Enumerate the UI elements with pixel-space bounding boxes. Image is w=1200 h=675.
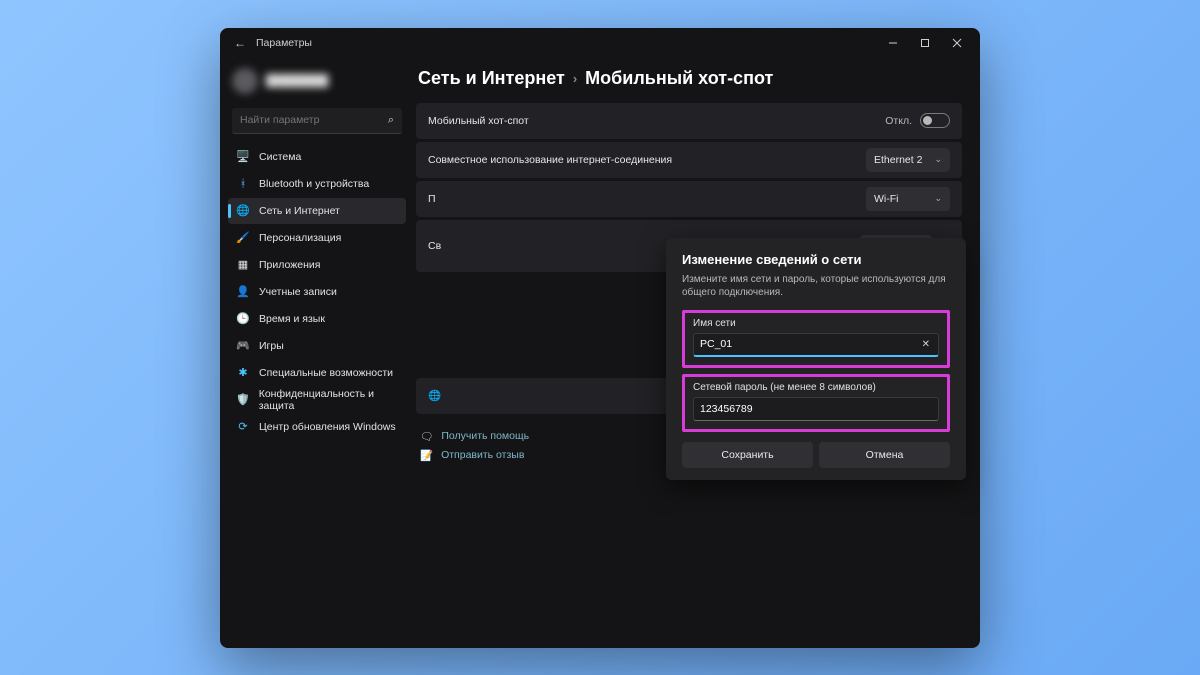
nav-label: Игры bbox=[259, 340, 284, 352]
nav-icon: 🌐 bbox=[236, 204, 250, 217]
network-name-input[interactable] bbox=[700, 338, 920, 350]
nav-icon: ▦ bbox=[236, 258, 250, 271]
share-via-label: П bbox=[428, 193, 436, 205]
sidebar-item-8[interactable]: ✱ Специальные возможности bbox=[228, 360, 406, 386]
hotspot-label: Мобильный хот-спот bbox=[428, 115, 529, 127]
sidebar-item-1[interactable]: ᚼ Bluetooth и устройства bbox=[228, 171, 406, 197]
sidebar-item-10[interactable]: ⟳ Центр обновления Windows bbox=[228, 414, 406, 440]
chevron-down-icon: ⌄ bbox=[934, 154, 942, 165]
search-icon: ⌕ bbox=[388, 114, 394, 127]
cancel-button[interactable]: Отмена bbox=[819, 442, 950, 468]
nav-icon: 🛡️ bbox=[236, 393, 250, 406]
sidebar-item-2[interactable]: 🌐 Сеть и Интернет bbox=[228, 198, 406, 224]
clear-icon[interactable]: ✕ bbox=[920, 339, 932, 350]
nav-label: Bluetooth и устройства bbox=[259, 178, 369, 190]
close-button[interactable] bbox=[942, 32, 972, 54]
sidebar-item-3[interactable]: 🖌️ Персонализация bbox=[228, 225, 406, 251]
chevron-down-icon: ⌄ bbox=[934, 193, 942, 204]
settings-window: ← Параметры ████████ ⌕ 🖥️ Система ᚼ Bluetoo… bbox=[220, 28, 980, 648]
chevron-right-icon: › bbox=[573, 71, 577, 86]
nav-icon: 🎮 bbox=[236, 339, 250, 352]
nav-label: Сеть и Интернет bbox=[259, 205, 340, 217]
network-name-group: Имя сети ✕ bbox=[682, 310, 950, 368]
titlebar: ← Параметры bbox=[220, 28, 980, 58]
globe-icon: 🌐 bbox=[428, 389, 441, 402]
minimize-button[interactable] bbox=[878, 32, 908, 54]
user-profile[interactable]: ████████ bbox=[228, 64, 406, 104]
sidebar-item-9[interactable]: 🛡️ Конфиденциальность и защита bbox=[228, 387, 406, 413]
breadcrumb: Сеть и Интернет › Мобильный хот-спот bbox=[416, 62, 962, 103]
sidebar-item-7[interactable]: 🎮 Игры bbox=[228, 333, 406, 359]
nav-label: Конфиденциальность и защита bbox=[259, 388, 398, 412]
nav-icon: ᚼ bbox=[236, 178, 250, 190]
nav-icon: 🖌️ bbox=[236, 231, 250, 244]
maximize-button[interactable] bbox=[910, 32, 940, 54]
sidebar-item-5[interactable]: 👤 Учетные записи bbox=[228, 279, 406, 305]
hotspot-toggle-card[interactable]: Мобильный хот-спот Откл. bbox=[416, 103, 962, 139]
sidebar-item-0[interactable]: 🖥️ Система bbox=[228, 144, 406, 170]
hotspot-state: Откл. bbox=[885, 115, 912, 127]
share-via-dropdown[interactable]: Wi-Fi ⌄ bbox=[866, 187, 950, 211]
save-button[interactable]: Сохранить bbox=[682, 442, 813, 468]
sidebar-item-4[interactable]: ▦ Приложения bbox=[228, 252, 406, 278]
sharing-card[interactable]: Совместное использование интернет-соедин… bbox=[416, 142, 962, 178]
window-controls bbox=[878, 32, 972, 54]
share-via-value: Wi-Fi bbox=[874, 193, 899, 205]
nav-label: Специальные возможности bbox=[259, 367, 393, 379]
password-input[interactable] bbox=[700, 403, 932, 415]
nav-label: Учетные записи bbox=[259, 286, 337, 298]
feedback-icon: 📝 bbox=[420, 449, 433, 462]
nav-icon: ✱ bbox=[236, 366, 250, 379]
sharing-dropdown[interactable]: Ethernet 2 ⌄ bbox=[866, 148, 950, 172]
nav-icon: 🖥️ bbox=[236, 150, 250, 163]
hotspot-switch[interactable] bbox=[920, 113, 950, 128]
window-title: Параметры bbox=[256, 37, 878, 49]
network-name-input-wrap[interactable]: ✕ bbox=[693, 333, 939, 357]
get-help-label: Получить помощь bbox=[441, 430, 529, 442]
sidebar-item-6[interactable]: 🕒 Время и язык bbox=[228, 306, 406, 332]
modal-desc: Измените имя сети и пароль, которые испо… bbox=[682, 273, 950, 300]
help-icon: 🗨 bbox=[420, 430, 433, 443]
breadcrumb-parent[interactable]: Сеть и Интернет bbox=[418, 68, 565, 89]
search-input[interactable] bbox=[240, 114, 388, 126]
breadcrumb-page: Мобильный хот-спот bbox=[585, 68, 773, 89]
nav-icon: 🕒 bbox=[236, 312, 250, 325]
profile-name: ████████ bbox=[266, 75, 328, 87]
password-input-wrap[interactable] bbox=[693, 397, 939, 421]
network-name-label: Имя сети bbox=[693, 318, 939, 329]
modal-title: Изменение сведений о сети bbox=[682, 252, 950, 267]
nav-label: Время и язык bbox=[259, 313, 325, 325]
nav-label: Персонализация bbox=[259, 232, 341, 244]
password-group: Сетевой пароль (не менее 8 символов) bbox=[682, 374, 950, 432]
back-button[interactable]: ← bbox=[234, 36, 246, 50]
password-label: Сетевой пароль (не менее 8 символов) bbox=[693, 382, 939, 393]
feedback-label: Отправить отзыв bbox=[441, 449, 524, 461]
nav-label: Приложения bbox=[259, 259, 320, 271]
sidebar: ████████ ⌕ 🖥️ Система ᚼ Bluetooth и устройс… bbox=[220, 58, 410, 648]
nav-icon: ⟳ bbox=[236, 420, 250, 433]
sharing-label: Совместное использование интернет-соедин… bbox=[428, 154, 672, 166]
nav-label: Система bbox=[259, 151, 301, 163]
share-via-card[interactable]: П Wi-Fi ⌄ bbox=[416, 181, 962, 217]
properties-label: Св bbox=[428, 240, 441, 252]
edit-network-modal: Изменение сведений о сети Измените имя с… bbox=[666, 238, 966, 480]
nav-label: Центр обновления Windows bbox=[259, 421, 396, 433]
sharing-value: Ethernet 2 bbox=[874, 154, 922, 166]
nav-list: 🖥️ Система ᚼ Bluetooth и устройства 🌐 Сеть и … bbox=[228, 144, 406, 440]
search-box[interactable]: ⌕ bbox=[232, 108, 402, 134]
avatar bbox=[232, 68, 258, 94]
nav-icon: 👤 bbox=[236, 285, 250, 298]
